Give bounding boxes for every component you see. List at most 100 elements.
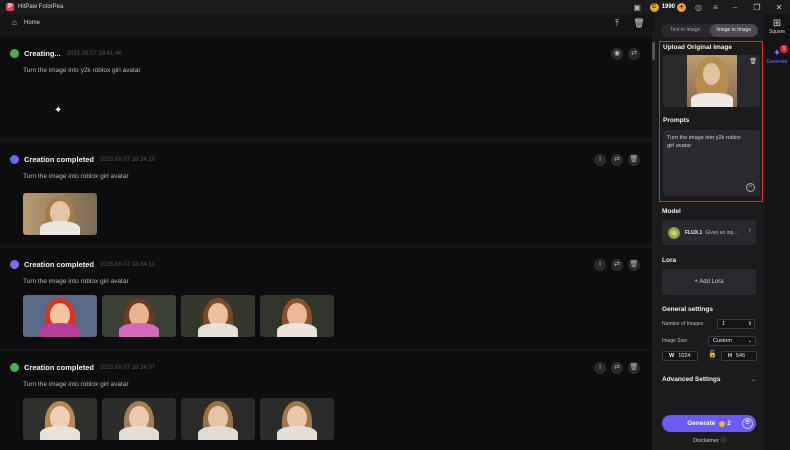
status-icon (10, 49, 19, 58)
model-thumbnail (668, 226, 680, 239)
generate-button[interactable]: Generate 2 ⏱ (662, 415, 756, 432)
credits-display[interactable]: C 1990 + (649, 2, 686, 12)
uploaded-image[interactable]: 🗑 (663, 55, 760, 107)
delete-icon[interactable]: 🗑 (628, 259, 640, 271)
clear-prompt-icon[interactable]: × (746, 183, 755, 192)
tab-image-to-image[interactable]: Image to Image (709, 24, 758, 37)
close-button[interactable]: ✕ (768, 3, 790, 12)
clear-all-icon[interactable]: 🗑 (633, 17, 645, 29)
result-thumbnail[interactable] (102, 295, 176, 337)
mode-tabs: Text to Image Image to Image (661, 24, 758, 37)
regenerate-icon[interactable]: ⇄ (611, 259, 623, 271)
grid-icon: ⊞ (772, 18, 782, 29)
result-thumbnail[interactable] (23, 295, 97, 337)
lora-label: Lora (662, 257, 677, 264)
info-icon[interactable]: i (594, 259, 606, 271)
image-size-label: Image Size (662, 338, 688, 344)
home-bar: ⌂ Home ⤒ 🗑 (0, 14, 655, 32)
card-time: 2025.08.07 18:34:11 (100, 261, 155, 268)
delete-icon[interactable]: 🗑 (628, 154, 640, 166)
minimize-button[interactable]: – (724, 3, 746, 12)
result-thumbnail[interactable] (23, 398, 97, 440)
model-label: Model (662, 208, 681, 215)
status-icon (10, 260, 19, 269)
restore-button[interactable]: ❐ (746, 3, 768, 12)
generate-cost: 2 (727, 420, 731, 427)
creation-card: Creation completed 2025.08.07 18:34:07 T… (0, 351, 652, 450)
stepper-arrows-icon[interactable]: ⇕ (748, 320, 752, 328)
result-thumbnail[interactable] (260, 398, 334, 440)
card-time: 2025.08.07 18:34:07 (100, 364, 156, 371)
chevron-down-icon[interactable]: ⌄ (751, 376, 756, 383)
card-prompt: Turn the image into roblox girl avatar (23, 278, 129, 285)
chevron-right-icon: › (748, 227, 751, 234)
chevron-down-icon: ⌄ (747, 338, 752, 344)
result-thumbnail[interactable] (102, 398, 176, 440)
rail-generate-label: Generate (766, 59, 788, 65)
prompt-input[interactable]: Turn the image into y2k roblox girl avat… (663, 130, 760, 196)
creation-card: Creating... 2025.08.07 18:41:46 Turn the… (0, 37, 652, 138)
status-icon (10, 155, 19, 164)
model-name: FLUX.1 (685, 229, 703, 236)
status-icon (10, 363, 19, 372)
result-thumbnail[interactable] (181, 398, 255, 440)
image-size-select[interactable]: Custom ⌄ (708, 336, 756, 346)
result-thumbnail[interactable] (181, 295, 255, 337)
add-lora-button[interactable]: + Add Lora (662, 269, 756, 295)
num-images-label: Number of Images (662, 321, 704, 327)
card-status: Creation completed (24, 363, 95, 372)
app-logo: P (6, 3, 14, 11)
width-input[interactable]: W 1024 (662, 351, 698, 361)
menu-icon[interactable]: ≡ (711, 3, 720, 12)
disclaimer-link[interactable]: Disclaimer ⓘ (655, 436, 764, 444)
card-time: 2025.08.07 18:41:46 (66, 50, 122, 57)
stop-icon[interactable]: ◉ (611, 48, 623, 60)
creation-feed[interactable]: Creating... 2025.08.07 18:41:46 Turn the… (0, 37, 652, 450)
generate-label: Generate (687, 420, 716, 427)
info-icon: ⓘ (720, 438, 726, 444)
nav-rail: ⊞ Square 1 ✦ Generate (764, 14, 790, 450)
coin-icon: C (649, 2, 659, 12)
title-bar: P HitPaw FotorPea ▣ C 1990 + ◎ ≡ – ❐ ✕ (0, 0, 790, 14)
info-icon[interactable]: i (594, 154, 606, 166)
creation-card: Creation completed 2025.08.07 18:34:20 T… (0, 143, 652, 244)
lock-ratio-icon[interactable]: 🔓 (708, 350, 717, 358)
width-value: 1024 (678, 353, 691, 359)
info-icon[interactable]: i (594, 362, 606, 374)
width-label: W (669, 353, 675, 359)
app-title: HitPaw FotorPea (18, 4, 64, 10)
loading-icon: ✦ (54, 105, 63, 116)
num-images-stepper[interactable]: 1 ⇕ (717, 319, 755, 329)
card-prompt: Turn the image into roblox girl avatar (23, 173, 129, 180)
settings-panel: Text to Image Image to Image Upload Orig… (655, 14, 764, 450)
result-thumbnail[interactable] (23, 193, 97, 235)
result-thumbnail[interactable] (260, 295, 334, 337)
remove-image-icon[interactable]: 🗑 (749, 58, 757, 65)
home-icon[interactable]: ⌂ (12, 19, 20, 27)
scroll-top-icon[interactable]: ⤒ (611, 17, 623, 29)
upload-label: Upload Original Image (663, 44, 732, 51)
card-status: Creation completed (24, 155, 95, 164)
card-time: 2025.08.07 18:34:20 (100, 156, 156, 163)
coin-icon (719, 420, 726, 427)
image-size-value: Custom (713, 338, 732, 344)
add-credits-icon[interactable]: + (677, 2, 686, 12)
gallery-icon[interactable]: ▣ (633, 3, 642, 12)
regenerate-icon[interactable]: ⇄ (628, 48, 640, 60)
height-input[interactable]: H 546 (721, 351, 757, 361)
creation-card: Creation completed 2025.08.07 18:34:11 T… (0, 248, 652, 349)
prompt-text[interactable]: Turn the image into y2k roblox girl avat… (667, 134, 747, 150)
delete-icon[interactable]: 🗑 (628, 362, 640, 374)
regenerate-icon[interactable]: ⇄ (611, 154, 623, 166)
rail-item-square[interactable]: ⊞ Square (764, 18, 790, 35)
advanced-settings-toggle[interactable]: Advanced Settings (662, 376, 721, 383)
generate-options-icon[interactable]: ⏱ (742, 418, 753, 429)
height-label: H (728, 353, 732, 359)
model-selector[interactable]: FLUX.1 Given an inp... › (662, 220, 756, 245)
tab-text-to-image[interactable]: Text to Image (661, 24, 710, 37)
home-link[interactable]: Home (24, 20, 40, 26)
account-icon[interactable]: ◎ (694, 3, 703, 12)
height-value: 546 (735, 353, 746, 359)
regenerate-icon[interactable]: ⇄ (611, 362, 623, 374)
rail-item-generate[interactable]: 1 ✦ Generate (764, 45, 790, 65)
